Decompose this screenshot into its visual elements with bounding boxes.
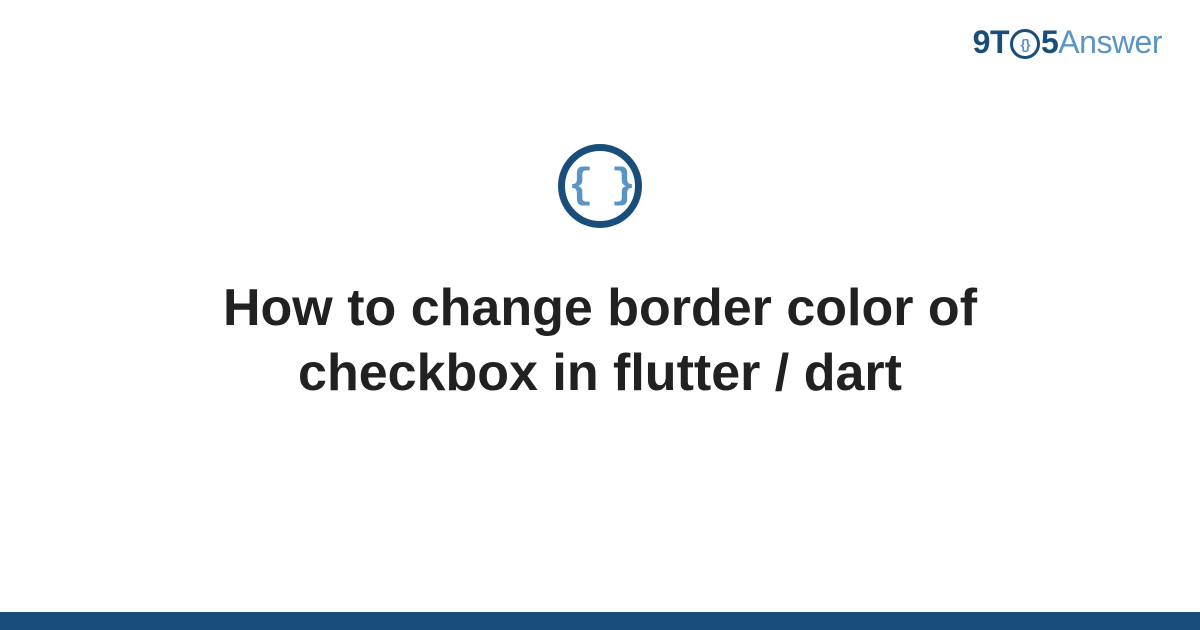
main-content: { } How to change border color of checkb…: [0, 0, 1200, 630]
footer-bar: [0, 612, 1200, 630]
page-title: How to change border color of checkbox i…: [140, 276, 1060, 406]
category-icon-glyph: { }: [568, 165, 632, 207]
code-braces-icon: { }: [558, 144, 642, 228]
